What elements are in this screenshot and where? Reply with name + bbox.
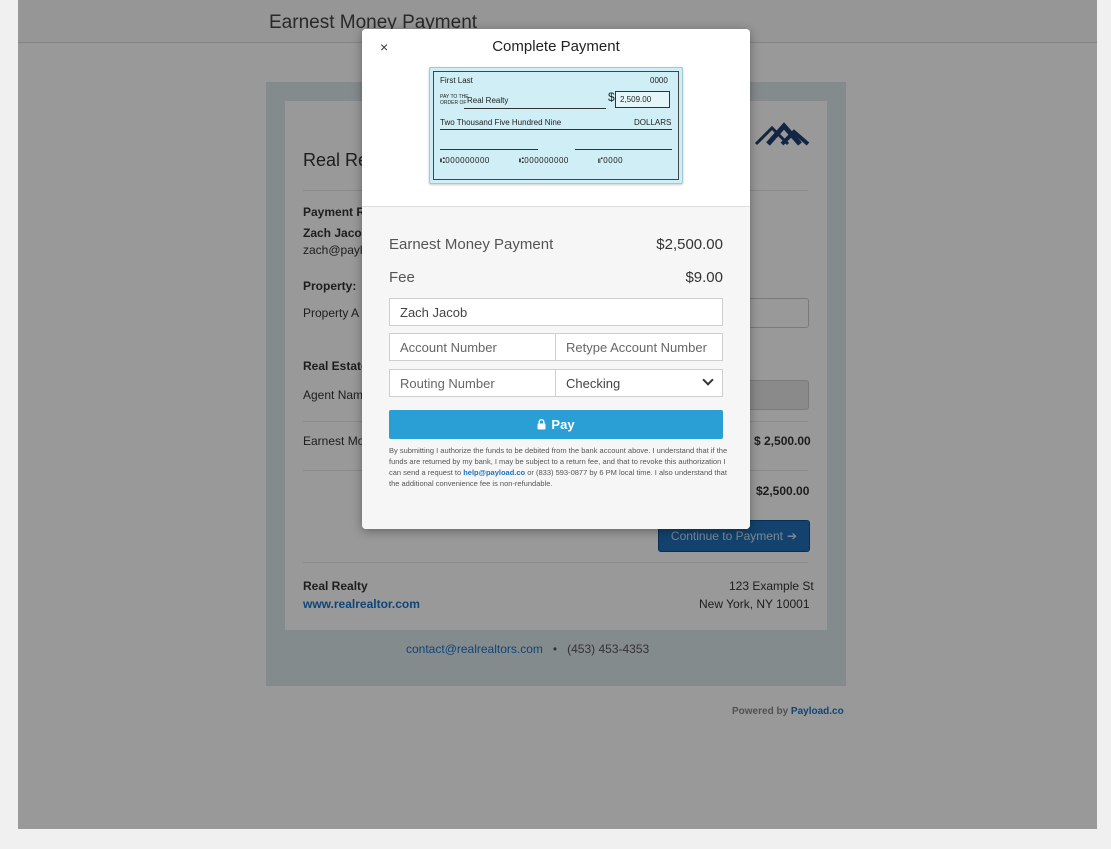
fee-value: $9.00 [685,269,723,286]
check-payee: Real Realty [467,96,509,105]
check-dollars-label: DOLLARS [634,118,672,127]
authorization-disclaimer: By submitting I authorize the funds to b… [389,445,729,489]
modal-title: Complete Payment [492,38,620,55]
check-preview: First Last 0000 PAY TO THE ORDER OF Real… [429,67,683,184]
routing-number-input[interactable]: Routing Number [389,369,556,397]
check-amount-words: Two Thousand Five Hundred Nine [440,118,562,127]
account-type-select[interactable]: Checking [555,369,723,397]
account-number-placeholder: Account Number [400,339,497,355]
chevron-down-icon [702,374,714,386]
check-dollar-sign: $ [608,90,615,104]
routing-number-placeholder: Routing Number [400,375,495,391]
line-item-label: Earnest Money Payment [389,236,554,253]
amount-words-line [440,129,672,130]
account-number-input[interactable]: Account Number [389,333,556,361]
payment-modal: × Complete Payment First Last 0000 PAY T… [362,29,750,529]
retype-account-number-input[interactable]: Retype Account Number [555,333,723,361]
check-account-holder: First Last [440,76,473,85]
check-number: 0000 [650,76,668,85]
retype-account-placeholder: Retype Account Number [566,339,707,355]
check-micr-account: ⑆000000000 [519,156,569,165]
account-type-value: Checking [566,375,621,391]
pay-label: Pay [551,417,575,432]
help-email-link[interactable]: help@payload.co [463,468,525,477]
fee-label: Fee [389,269,415,286]
check-amount-box: 2,509.00 [615,91,670,108]
pay-button[interactable]: Pay [389,410,723,439]
check-amount: 2,509.00 [620,95,652,104]
memo-line [440,149,538,150]
line-item-value: $2,500.00 [656,236,723,253]
check-micr-routing: ⑆000000000 [440,156,490,165]
pay-to-line-2: ORDER OF [440,100,467,106]
name-input[interactable]: Zach Jacob [389,298,723,326]
payee-line [464,108,606,109]
modal-header: × Complete Payment First Last 0000 PAY T… [362,29,750,207]
signature-line [575,149,672,150]
modal-body: Earnest Money Payment $2,500.00 Fee $9.0… [362,207,750,529]
check-micr-number: ⑈0000 [598,156,624,165]
pay-to-label: PAY TO THE ORDER OF [440,94,469,106]
lock-icon [537,419,546,430]
name-input-value: Zach Jacob [400,304,468,320]
